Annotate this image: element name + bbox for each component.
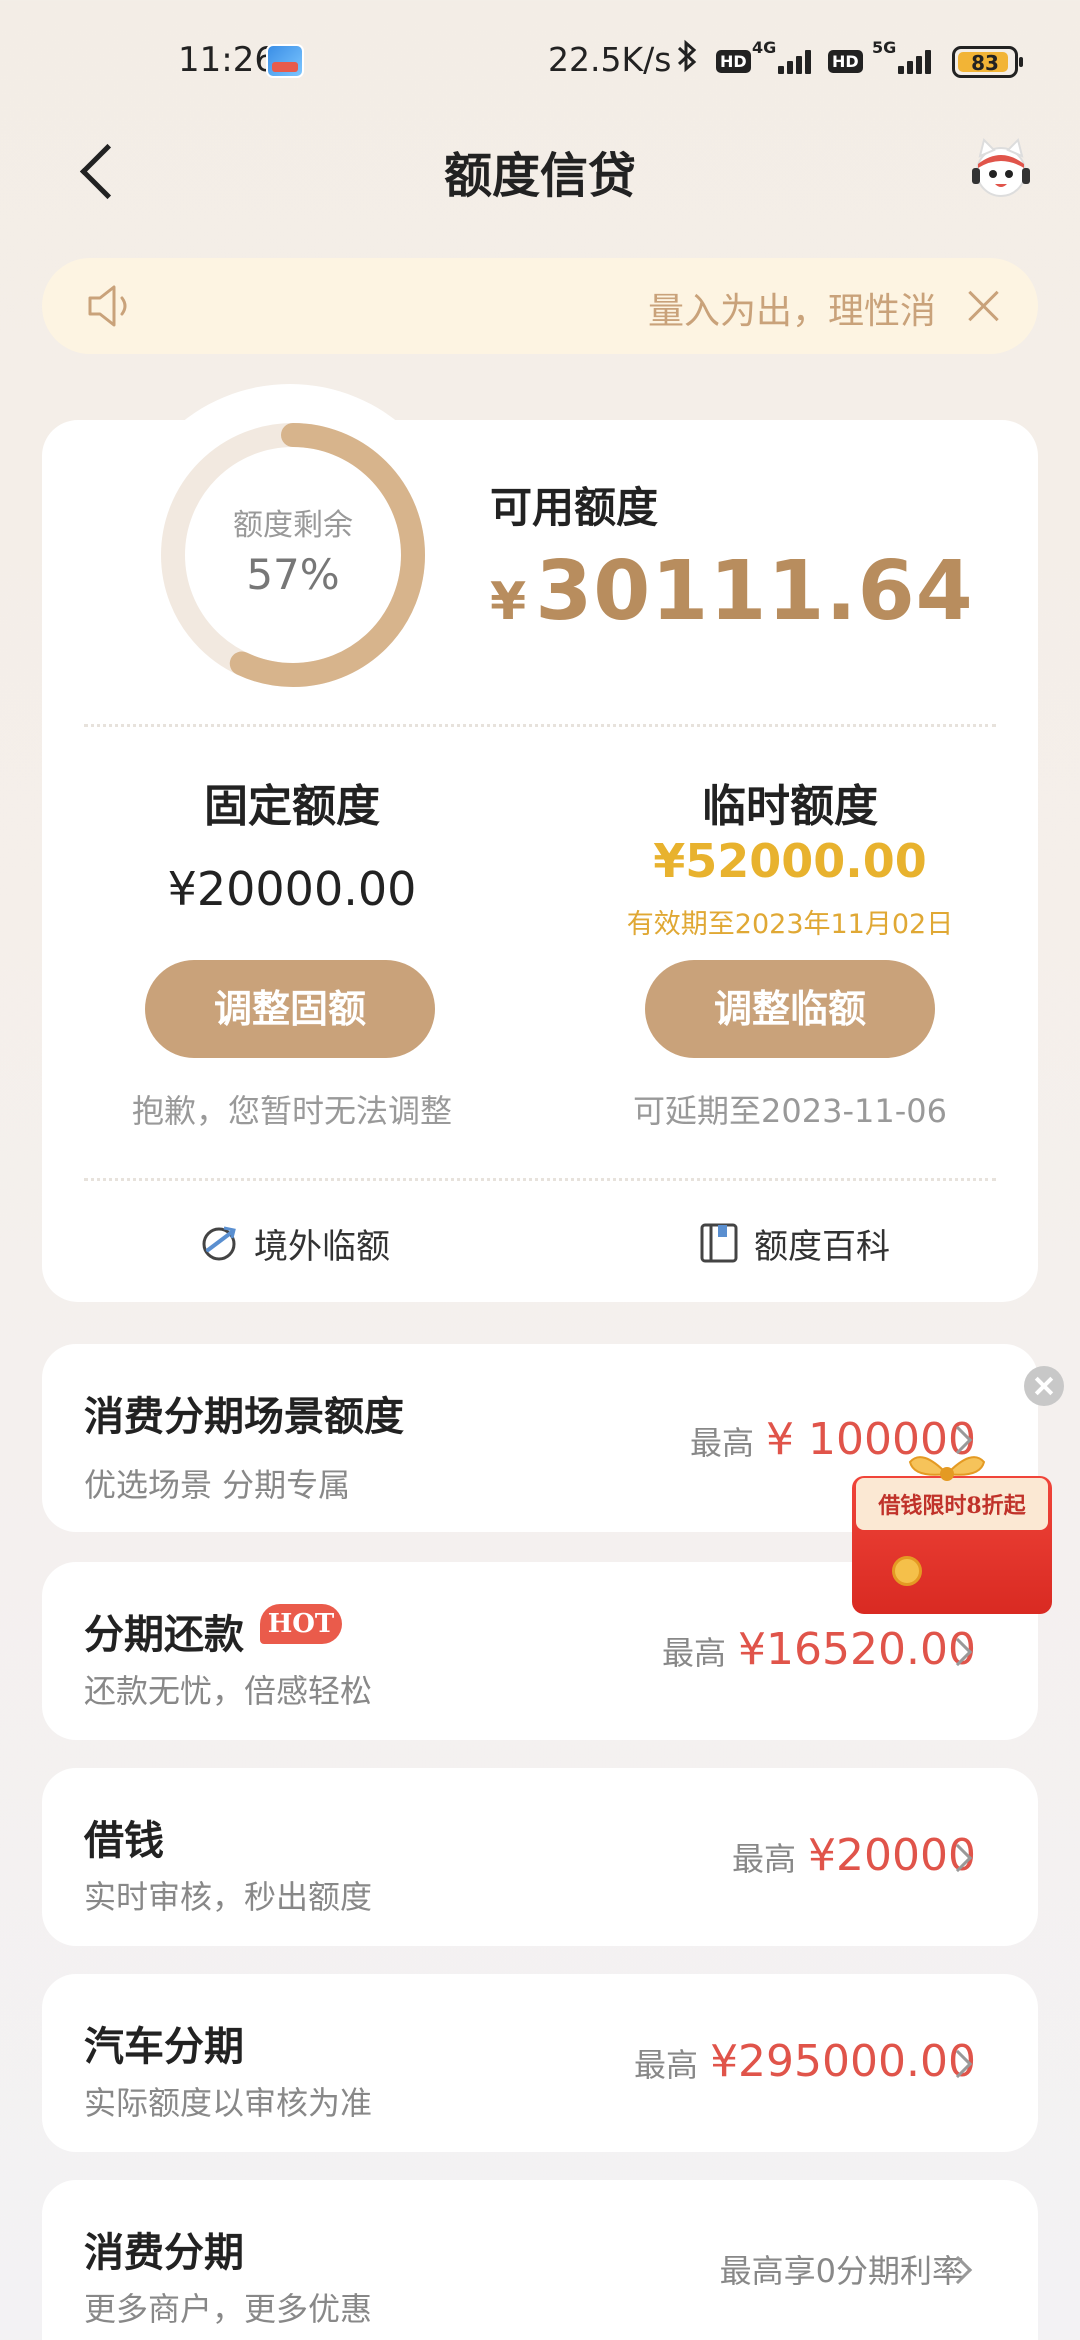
product-title: 分期还款 (84, 1612, 244, 1658)
product-title: 汽车分期 (84, 2024, 244, 2070)
available-amount: ¥30111.64 (490, 544, 974, 639)
network-type-1: 4G (752, 38, 777, 57)
product-title: 消费分期 (84, 2230, 244, 2276)
temporary-quota-amount: ¥52000.00 (653, 834, 927, 888)
close-icon[interactable] (962, 284, 1006, 328)
divider (84, 724, 996, 727)
network-type-2: 5G (872, 38, 897, 57)
overseas-temp-quota-label: 境外临额 (254, 1226, 390, 1267)
product-limit: 最高 ¥295000.00 (634, 2036, 976, 2087)
status-time: 11:26 (178, 40, 276, 80)
notification-app-icon (266, 44, 304, 78)
adjust-fixed-quota-button[interactable]: 调整固额 (145, 960, 435, 1058)
fixed-quota-title: 固定额度 (204, 781, 380, 832)
temporary-quota-note: 可延期至2023-11-06 (633, 1092, 947, 1130)
temporary-quota-validity: 有效期至2023年11月02日 (626, 909, 954, 940)
product-row[interactable]: 借钱 实时审核，秒出额度 最高 ¥20000 (42, 1768, 1038, 1946)
battery-level: 83 (971, 51, 999, 75)
ribbon-bow-icon (902, 1448, 992, 1492)
product-row[interactable]: 汽车分期 实际额度以审核为准 最高 ¥295000.00 (42, 1974, 1038, 2152)
product-subtitle: 实时审核，秒出额度 (84, 1878, 373, 1916)
hot-badge: HOT (260, 1604, 342, 1644)
book-icon (698, 1222, 740, 1264)
product-limit: 最高 ¥20000 (732, 1830, 976, 1881)
fixed-quota-note: 抱歉，您暂时无法调整 (131, 1092, 452, 1130)
product-row[interactable]: 消费分期 更多商户，更多优惠 最高享0分期利率 (42, 2180, 1038, 2340)
fixed-quota-amount: ¥20000.00 (167, 862, 417, 916)
ring-label: 额度剩余 (233, 508, 353, 543)
product-limit-prefix: 最高享0分期利率 (719, 2252, 964, 2290)
product-limit-prefix: 最高 (732, 1840, 797, 1878)
promo-close-icon[interactable] (1024, 1366, 1064, 1406)
loan-discount-promo[interactable]: 借钱限时8折起 (840, 1448, 1072, 1624)
page-title: 额度信贷 (443, 148, 636, 204)
product-subtitle: 实际额度以审核为准 (84, 2084, 373, 2122)
temporary-quota-title: 临时额度 (702, 781, 878, 832)
customer-service-mascot-icon[interactable] (966, 134, 1036, 204)
currency-symbol: ¥ (490, 572, 528, 632)
network-speed: 22.5K/s (548, 40, 672, 79)
battery-icon: 83 (952, 46, 1023, 78)
product-limit-prefix: 最高 (690, 1424, 755, 1462)
product-limit-prefix: 最高 (634, 2046, 699, 2084)
promo-text: 借钱限时8折起 (878, 1493, 1026, 1519)
notice-bar: 量入为出，理性消 (42, 258, 1038, 354)
hd-badge-1: HD (716, 50, 751, 73)
quota-wiki-label: 额度百科 (754, 1226, 890, 1267)
signal-icon-1 (778, 48, 818, 74)
plane-globe-icon (198, 1222, 240, 1264)
notice-text: 量入为出，理性消 (647, 291, 936, 332)
product-limit: 最高享0分期利率 (720, 2246, 976, 2292)
coin-icon (892, 1556, 922, 1586)
status-bar: 11:26 22.5K/s HD 4G HD 5G 83 (0, 0, 1080, 125)
product-subtitle: 更多商户，更多优惠 (84, 2290, 373, 2328)
product-limit-value: ¥295000.00 (710, 2036, 976, 2087)
available-amount-value: 30111.64 (535, 544, 974, 639)
divider (84, 1178, 996, 1181)
product-subtitle: 还款无忧，倍感轻松 (84, 1672, 373, 1710)
product-title: 消费分期场景额度 (84, 1394, 404, 1440)
product-limit-prefix: 最高 (662, 1634, 727, 1672)
available-label: 可用额度 (490, 483, 659, 532)
signal-icon-2 (898, 48, 938, 74)
product-title: 借钱 (84, 1818, 164, 1864)
hd-badge-2: HD (828, 50, 863, 73)
quota-wiki-link[interactable]: 额度百科 (698, 1218, 890, 1268)
product-limit: 最高 ¥16520.00 (662, 1624, 976, 1675)
product-limit-value: ¥16520.00 (738, 1624, 976, 1675)
bluetooth-icon (676, 38, 698, 83)
speaker-icon (86, 282, 136, 330)
adjust-temporary-quota-button[interactable]: 调整临额 (645, 960, 935, 1058)
overseas-temp-quota-link[interactable]: 境外临额 (198, 1218, 390, 1268)
ring-percent: 57% (246, 550, 340, 599)
product-subtitle: 优选场景 分期专属 (84, 1466, 351, 1504)
